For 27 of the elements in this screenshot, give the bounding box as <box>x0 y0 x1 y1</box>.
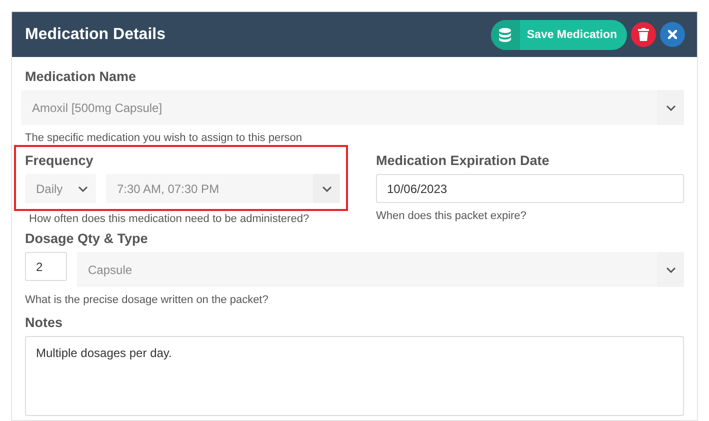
field-label: Medication Expiration Date <box>376 153 550 168</box>
input-field[interactable]: 10/06/2023 <box>376 174 684 203</box>
dropdown[interactable]: Amoxil [500mg Capsule] <box>21 90 684 125</box>
help-text: What is the precise dosage written on the packet? <box>25 294 270 306</box>
help-text: When does this packet expire? <box>376 210 528 222</box>
field-label: Frequency <box>25 153 94 168</box>
close-button[interactable] <box>660 22 685 47</box>
field-label: Notes <box>25 315 64 330</box>
chevron-down-icon <box>666 104 676 110</box>
panel-title: Medication Details <box>25 26 166 44</box>
help-text: How often does this medication need to be administered? <box>29 213 310 225</box>
chevron-down-icon <box>322 186 332 192</box>
input-field[interactable]: 2 <box>25 252 67 281</box>
database-icon <box>499 28 512 42</box>
dropdown[interactable]: Daily <box>25 174 96 203</box>
chevron-down-icon <box>666 266 676 272</box>
field-label: Dosage Qty & Type <box>25 231 149 246</box>
save-button[interactable]: Save Medication <box>490 20 627 50</box>
trash-icon <box>638 28 649 41</box>
dropdown[interactable]: 7:30 AM, 07:30 PM <box>106 174 340 203</box>
chevron-down-icon <box>78 186 88 192</box>
dropdown[interactable]: Capsule <box>77 252 684 287</box>
close-icon <box>668 30 677 39</box>
notes-field[interactable]: Multiple dosages per day. <box>25 336 684 416</box>
help-text: The specific medication you wish to assign to this person <box>25 132 303 144</box>
delete-button[interactable] <box>631 22 656 47</box>
field-label: Medication Name <box>25 69 138 84</box>
